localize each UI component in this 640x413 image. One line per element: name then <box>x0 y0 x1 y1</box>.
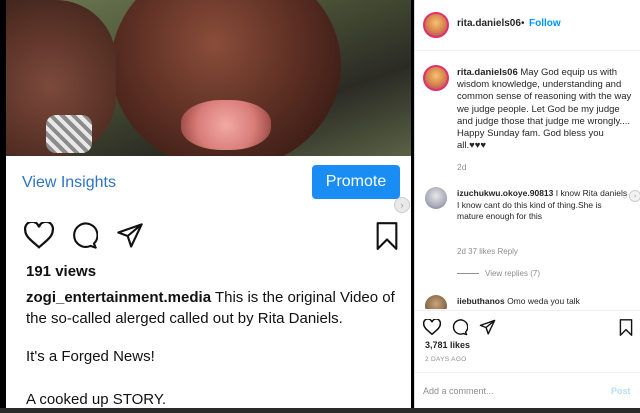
ring <box>46 115 92 153</box>
avatar[interactable] <box>425 295 447 309</box>
replies-dash <box>457 273 479 275</box>
post-media-panel: View Insights Promote › 191 views zogi_e… <box>6 0 411 413</box>
add-comment-bar: Add a comment... Post <box>415 372 640 409</box>
bookmark-icon[interactable] <box>619 319 633 336</box>
separator-dot: • <box>521 18 525 29</box>
comment-item: iiebuthanos Omo weda you talk <box>457 296 580 306</box>
comments-list: rita.daniels06 May God equip us with wis… <box>415 51 640 309</box>
like-comment-icon[interactable]: ♡ <box>621 191 629 202</box>
view-replies-label: View replies (7) <box>485 269 540 278</box>
avatar[interactable] <box>425 187 447 209</box>
panel-actions <box>415 310 640 341</box>
view-replies-link[interactable]: View replies (7) <box>457 269 540 278</box>
follow-button[interactable]: Follow <box>529 18 561 29</box>
caption-line-forged: It's a Forged News! <box>26 348 155 365</box>
comment-meta: 2d 37 likes Reply <box>457 247 518 256</box>
scroll-right-icon[interactable]: › <box>629 190 640 202</box>
scroll-right-icon[interactable]: › <box>394 197 410 213</box>
post-date: 2 DAYS AGO <box>425 356 467 363</box>
comment-text: May God equip us with wisdom knowledge, … <box>457 67 632 152</box>
views-count: 191 views <box>26 263 97 280</box>
avatar[interactable] <box>423 12 449 38</box>
comment-input[interactable]: Add a comment... <box>423 386 494 396</box>
comment-item: izuchukwu.okoye.90813 I know Rita daniel… <box>457 188 629 223</box>
post-comment-button[interactable]: Post <box>611 386 631 396</box>
bottom-strip <box>0 408 640 413</box>
screenshot-frame: View Insights Promote › 191 views zogi_e… <box>0 0 640 413</box>
video-player[interactable] <box>6 0 411 156</box>
post-header: rita.daniels06 • Follow <box>415 0 640 51</box>
comment-username[interactable]: izuchukwu.okoye.90813 <box>457 188 553 198</box>
post-caption: zogi_entertainment.media This is the ori… <box>26 287 406 329</box>
promote-button[interactable]: Promote <box>312 165 400 199</box>
avatar[interactable] <box>423 65 449 91</box>
caption-username[interactable]: zogi_entertainment.media <box>26 289 211 306</box>
comment-username[interactable]: rita.daniels06 <box>457 67 518 78</box>
view-insights-link[interactable]: View Insights <box>22 174 116 192</box>
caption-line-story: A cooked up STORY. <box>26 391 167 408</box>
post-actions <box>24 222 404 250</box>
share-icon[interactable] <box>479 319 496 336</box>
person-mouth <box>181 100 271 150</box>
caption-comment: rita.daniels06 May God equip us with wis… <box>457 67 635 152</box>
comment-username[interactable]: iiebuthanos <box>457 296 505 306</box>
heart-icon[interactable] <box>423 319 441 336</box>
comment-icon[interactable] <box>70 222 98 250</box>
comment-icon[interactable] <box>451 319 468 336</box>
header-username[interactable]: rita.daniels06 <box>457 18 521 29</box>
share-icon[interactable] <box>116 222 144 250</box>
heart-icon[interactable] <box>24 222 54 250</box>
bookmark-icon[interactable] <box>374 222 400 250</box>
comment-text: Omo weda you talk <box>504 296 580 306</box>
comment-time: 2d <box>457 162 467 172</box>
likes-count[interactable]: 3,781 likes <box>425 340 470 350</box>
comments-panel: rita.daniels06 • Follow rita.daniels06 M… <box>414 0 640 413</box>
